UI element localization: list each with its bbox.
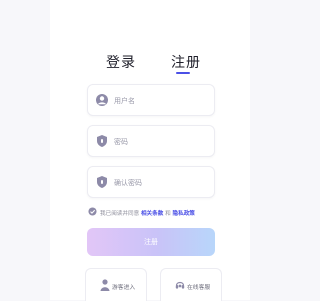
person-icon: [100, 279, 110, 291]
tab-login[interactable]: 登录: [106, 52, 136, 72]
password-input[interactable]: [112, 132, 212, 152]
active-tab-indicator: [176, 72, 190, 74]
guest-entry-button[interactable]: 游客进入: [85, 268, 147, 301]
guest-entry-label: 游客进入: [112, 285, 136, 291]
register-button[interactable]: 注册: [87, 228, 215, 256]
terms-link[interactable]: 相关条款: [141, 211, 163, 217]
agreement-prefix: 我已阅读并同意: [100, 211, 140, 217]
headset-icon: [175, 281, 185, 289]
shield-icon: [97, 176, 107, 188]
shield-icon: [97, 135, 107, 147]
auth-tabs: 登录 注册: [50, 50, 250, 80]
privacy-link[interactable]: 隐私政策: [173, 211, 195, 217]
tab-register[interactable]: 注册: [171, 52, 201, 72]
online-support-label: 在线客服: [187, 285, 211, 291]
username-field[interactable]: [87, 84, 215, 116]
agreement-row: 我已阅读并同意 相关条款 和 隐私政策: [88, 207, 228, 219]
online-support-button[interactable]: 在线客服: [160, 268, 222, 301]
username-input[interactable]: [112, 91, 212, 111]
agreement-conjunction: 和: [165, 211, 171, 217]
confirm-password-input[interactable]: [112, 173, 212, 193]
user-circle-icon: [96, 94, 108, 106]
confirm-password-field[interactable]: [87, 166, 215, 198]
password-field[interactable]: [87, 125, 215, 157]
agreement-text: 我已阅读并同意 相关条款 和 隐私政策: [100, 209, 195, 217]
register-card: 登录 注册 我已阅读并同意 相关条款 和: [50, 0, 250, 301]
agreement-checkbox[interactable]: [88, 207, 97, 216]
